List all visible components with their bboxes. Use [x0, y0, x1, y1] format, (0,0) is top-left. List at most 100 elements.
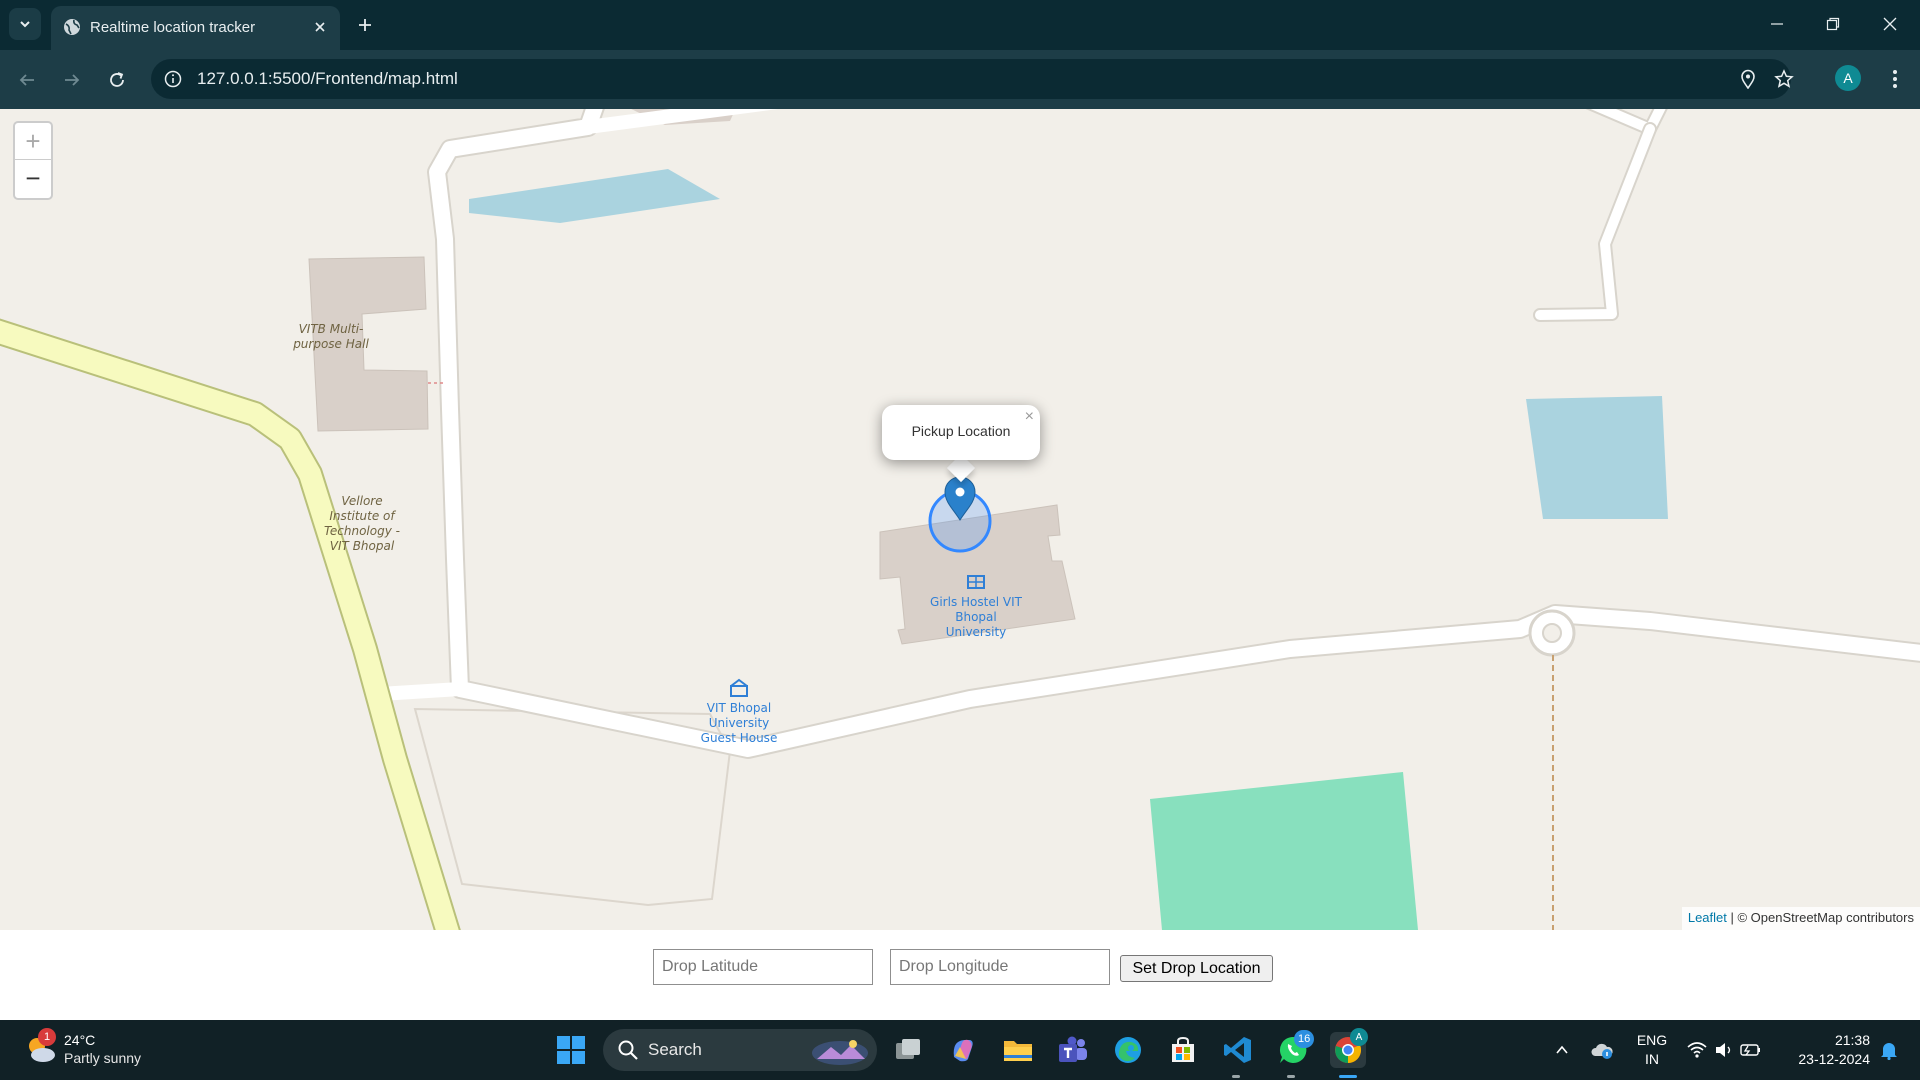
- browser-toolbar: 127.0.0.1:5500/Frontend/map.html A: [0, 50, 1920, 109]
- copilot-button[interactable]: [945, 1032, 981, 1068]
- vscode-running-indicator: [1232, 1075, 1240, 1078]
- arrow-left-icon: [19, 74, 34, 86]
- bookmark-button[interactable]: [1772, 67, 1796, 91]
- task-view-icon: [896, 1039, 920, 1059]
- zoom-in-button[interactable]: +: [15, 123, 51, 160]
- vscode-button[interactable]: [1220, 1032, 1256, 1068]
- file-explorer-button[interactable]: [1000, 1032, 1036, 1068]
- copilot-icon: [953, 1039, 973, 1062]
- clock[interactable]: 21:38 23-12-2024: [1778, 1031, 1870, 1069]
- pickup-popup: Pickup Location ×: [882, 405, 1040, 460]
- reload-button[interactable]: [101, 64, 133, 96]
- tab-close-button[interactable]: [310, 17, 330, 37]
- clock-time: 21:38: [1834, 1032, 1870, 1048]
- drop-longitude-input[interactable]: [890, 949, 1110, 985]
- institute-label: Vellore Institute of Technology - VIT Bh…: [324, 494, 400, 553]
- task-view-button[interactable]: [890, 1032, 926, 1068]
- tab-search-button[interactable]: [9, 8, 41, 40]
- zoom-out-button[interactable]: −: [15, 160, 51, 197]
- map-view[interactable]: + − VITB Multi-purpose Hall Vellore Inst…: [0, 109, 1920, 930]
- star-icon: [1774, 69, 1794, 88]
- chrome-profile-badge: A: [1350, 1028, 1368, 1046]
- language-code: ENG: [1636, 1032, 1668, 1048]
- teams-button[interactable]: [1055, 1032, 1091, 1068]
- hall-label: VITB Multi-purpose Hall: [293, 322, 369, 351]
- chrome-running-indicator: [1339, 1075, 1357, 1078]
- clock-date: 23-12-2024: [1798, 1051, 1870, 1067]
- minimize-button[interactable]: [1755, 6, 1799, 42]
- weather-widget[interactable]: 1 24°C Partly sunny: [20, 1028, 160, 1070]
- region-code: IN: [1645, 1051, 1659, 1067]
- globe-icon: [64, 19, 80, 35]
- close-icon: [1883, 17, 1897, 31]
- window-close-button[interactable]: [1868, 6, 1912, 42]
- weather-condition: Partly sunny: [64, 1050, 142, 1066]
- guest-house-icon: [730, 678, 748, 697]
- site-info-button[interactable]: [161, 67, 185, 91]
- restore-icon: [1826, 17, 1840, 31]
- reload-icon: [110, 72, 124, 87]
- start-button[interactable]: [553, 1032, 589, 1068]
- location-permission-button[interactable]: [1736, 67, 1760, 91]
- vscode-icon: [1224, 1037, 1251, 1063]
- browser-tab-bar: Realtime location tracker: [0, 0, 1920, 50]
- whatsapp-running-indicator: [1287, 1075, 1295, 1078]
- store-icon: [1172, 1036, 1194, 1062]
- forward-button[interactable]: [56, 64, 88, 96]
- leaflet-link[interactable]: Leaflet: [1688, 910, 1727, 925]
- quick-settings-button[interactable]: [1680, 1032, 1770, 1068]
- arrow-right-icon: [65, 74, 80, 86]
- drop-location-form: Set Drop Location: [0, 930, 1920, 1020]
- weather-temp: 24°C: [64, 1032, 96, 1048]
- plus-icon: [359, 19, 371, 31]
- language-indicator[interactable]: ENG IN: [1627, 1031, 1677, 1069]
- profile-avatar[interactable]: A: [1835, 65, 1861, 91]
- bell-icon: [1881, 1043, 1897, 1060]
- drop-latitude-input[interactable]: [653, 949, 873, 985]
- map-attribution: Leaflet | © OpenStreetMap contributors: [1681, 907, 1920, 930]
- windows-logo-icon: [557, 1036, 585, 1064]
- tray-overflow-button[interactable]: [1545, 1032, 1579, 1068]
- cloud-icon: [1591, 1043, 1613, 1059]
- onedrive-button[interactable]: [1585, 1032, 1619, 1068]
- browser-menu-button[interactable]: [1880, 64, 1910, 94]
- search-highlight-icon: [812, 1040, 868, 1065]
- park-area: [1150, 772, 1418, 930]
- address-bar[interactable]: 127.0.0.1:5500/Frontend/map.html: [151, 59, 1794, 99]
- store-button[interactable]: [1165, 1032, 1201, 1068]
- location-pin-icon: [1741, 69, 1755, 89]
- pond: [469, 169, 720, 223]
- popup-text: Pickup Location: [911, 423, 1011, 439]
- restore-button[interactable]: [1811, 6, 1855, 42]
- set-drop-location-button[interactable]: Set Drop Location: [1120, 955, 1273, 982]
- close-icon: [315, 22, 325, 32]
- active-tab[interactable]: Realtime location tracker: [51, 6, 340, 50]
- map-tiles: [0, 109, 1920, 930]
- back-button[interactable]: [11, 64, 43, 96]
- taskbar: 1 24°C Partly sunny Search 16 A ENG IN 2…: [0, 1020, 1920, 1080]
- girls-hostel-label: Girls Hostel VIT Bhopal University: [930, 595, 1022, 639]
- popup-close-button[interactable]: ×: [1025, 408, 1034, 426]
- edge-icon: [1115, 1037, 1141, 1063]
- attribution-text: | © OpenStreetMap contributors: [1726, 910, 1915, 925]
- more-vertical-icon: [1893, 70, 1897, 88]
- minimize-icon: [1771, 23, 1783, 25]
- taskbar-search-label: Search: [648, 1040, 702, 1059]
- tab-title: Realtime location tracker: [90, 19, 256, 36]
- folder-icon: [1004, 1041, 1032, 1061]
- url-text: 127.0.0.1:5500/Frontend/map.html: [197, 69, 458, 88]
- reservoir: [1526, 396, 1668, 519]
- new-tab-button[interactable]: [352, 12, 378, 38]
- zoom-control: + −: [13, 121, 53, 200]
- notifications-button[interactable]: [1874, 1032, 1904, 1068]
- taskbar-search[interactable]: Search: [603, 1029, 877, 1071]
- chevron-down-icon: [20, 21, 30, 28]
- whatsapp-badge: 16: [1294, 1030, 1315, 1048]
- chevron-up-icon: [1556, 1045, 1568, 1054]
- info-icon: [164, 70, 182, 88]
- teams-icon: [1059, 1036, 1087, 1062]
- network-volume-battery-icon: [1687, 1042, 1760, 1058]
- guest-house-label: VIT Bhopal University Guest House: [700, 701, 778, 745]
- edge-button[interactable]: [1110, 1032, 1146, 1068]
- weather-badge: 1: [38, 1028, 56, 1046]
